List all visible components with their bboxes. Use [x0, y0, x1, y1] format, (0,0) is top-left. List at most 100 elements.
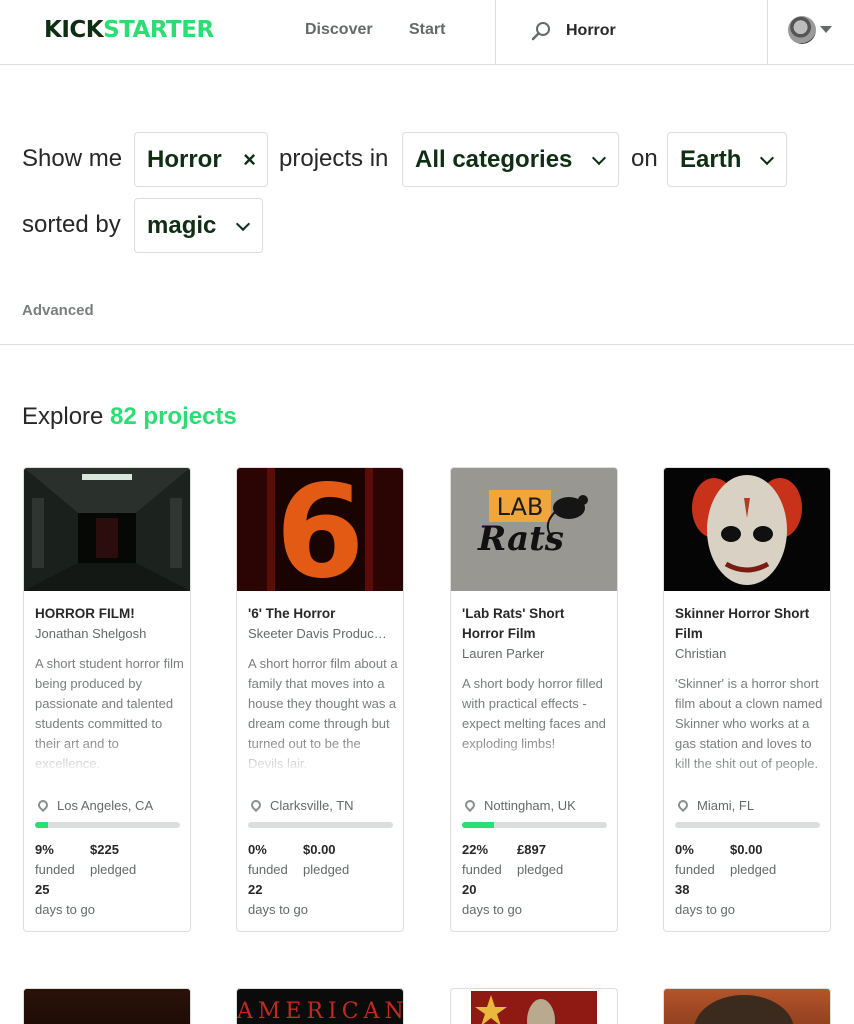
days-stat: 22 days to go	[248, 880, 308, 920]
pledged-value: $0.00	[303, 842, 336, 857]
nav-start-link[interactable]: Start	[409, 20, 445, 40]
project-count: 82 projects	[110, 403, 237, 430]
days-stat: 25 days to go	[35, 880, 95, 920]
days-value: 25	[35, 882, 50, 897]
location-dropdown[interactable]: Earth	[667, 132, 787, 187]
project-card[interactable]: AMERICAN	[236, 988, 404, 1024]
search-input[interactable]	[566, 18, 756, 44]
days-value: 38	[675, 882, 690, 897]
funded-stat: 0% funded	[675, 840, 715, 880]
project-title[interactable]: 'Lab Rats' Short Horror Film	[462, 604, 610, 644]
sorted-by-label: sorted by	[22, 211, 121, 238]
project-card[interactable]	[450, 988, 618, 1024]
location-text: Los Angeles, CA	[57, 798, 154, 813]
project-title[interactable]: HORROR FILM!	[35, 604, 183, 624]
category-dropdown[interactable]: All categories	[402, 132, 619, 187]
funded-value: 22%	[462, 842, 489, 857]
kickstarter-logo[interactable]: KICKSTARTER	[44, 16, 214, 44]
project-creator[interactable]: Jonathan Shelgosh	[35, 624, 183, 644]
location-text: Miami, FL	[697, 798, 755, 813]
funded-label: funded	[248, 862, 288, 877]
advanced-link[interactable]: Advanced	[22, 301, 94, 321]
chevron-down-icon	[235, 216, 251, 232]
rats-text: Rats	[477, 519, 564, 559]
pledged-label: pledged	[730, 862, 777, 877]
header-divider-right	[767, 0, 768, 65]
pledged-value: £897	[517, 842, 546, 857]
logo-starter: STARTER	[103, 17, 214, 43]
user-avatar[interactable]	[788, 16, 816, 44]
nav-discover-link[interactable]: Discover	[305, 20, 373, 40]
lab-text: LAB	[497, 493, 544, 521]
term-value: Horror	[147, 146, 222, 173]
project-thumbnail[interactable]	[664, 468, 830, 591]
header-divider	[495, 0, 496, 65]
project-thumbnail[interactable]: 6	[237, 468, 403, 591]
days-stat: 20 days to go	[462, 880, 522, 920]
chevron-down-icon	[759, 150, 775, 166]
projects-in-label: projects in	[279, 145, 389, 172]
project-location[interactable]: Los Angeles, CA	[35, 796, 153, 816]
project-card[interactable]: HORROR FILM! Jonathan Shelgosh A short s…	[23, 467, 191, 932]
project-card[interactable]	[663, 988, 831, 1024]
project-location[interactable]: Miami, FL	[675, 796, 754, 816]
funded-stat: 9% funded	[35, 840, 75, 880]
location-pin-icon	[675, 797, 691, 813]
clear-term-icon[interactable]: ×	[243, 146, 256, 174]
caret-down-icon[interactable]	[820, 26, 832, 33]
pledged-stat: £897 pledged	[517, 840, 563, 880]
project-blurb: 'Skinner' is a horror short film about a…	[675, 674, 825, 794]
location-text: Nottingham, UK	[484, 798, 576, 813]
project-title[interactable]: '6' The Horror	[248, 604, 396, 624]
on-label: on	[631, 145, 658, 172]
pledged-label: pledged	[90, 862, 137, 877]
logo-kick: KICK	[44, 17, 104, 43]
funding-progress-bar	[35, 822, 180, 828]
project-card[interactable]: 6 '6' The Horror Skeeter Davis Produc… A…	[236, 467, 404, 932]
project-location[interactable]: Nottingham, UK	[462, 796, 576, 816]
american-thumb-text: AMERICAN	[237, 999, 404, 1024]
project-creator[interactable]: Skeeter Davis Produc…	[248, 624, 396, 644]
funded-value: 9%	[35, 842, 54, 857]
pledged-label: pledged	[517, 862, 564, 877]
days-value: 20	[462, 882, 477, 897]
category-value: All categories	[415, 146, 573, 173]
days-stat: 38 days to go	[675, 880, 735, 920]
neon-six-text: 6	[275, 468, 364, 591]
pledged-label: pledged	[303, 862, 350, 877]
project-title[interactable]: Skinner Horror Short Film	[675, 604, 823, 644]
pledged-stat: $0.00 pledged	[303, 840, 349, 880]
project-creator[interactable]: Christian	[675, 644, 823, 664]
project-thumbnail[interactable]	[471, 991, 597, 1024]
funded-label: funded	[35, 862, 75, 877]
project-blurb: A short horror film about a family that …	[248, 654, 398, 774]
project-thumbnail[interactable]	[694, 995, 794, 1024]
project-creator[interactable]: Lauren Parker	[462, 644, 610, 664]
funding-progress-bar	[462, 822, 607, 828]
results-heading: Explore 82 projects	[22, 402, 237, 432]
sort-dropdown[interactable]: magic	[134, 198, 263, 253]
location-pin-icon	[35, 797, 51, 813]
funding-progress-bar	[248, 822, 393, 828]
project-card[interactable]: LAB Rats 'Lab Rats' Short Horror Film La…	[450, 467, 618, 932]
project-location[interactable]: Clarksville, TN	[248, 796, 354, 816]
chevron-down-icon	[591, 150, 607, 166]
search-filters: Show me Horror × projects in All categor…	[0, 65, 854, 345]
project-card[interactable]: Skinner Horror Short Film Christian 'Ski…	[663, 467, 831, 932]
sort-value: magic	[147, 212, 217, 239]
project-thumbnail[interactable]: LAB Rats	[451, 468, 617, 591]
project-card[interactable]	[23, 988, 191, 1024]
funding-progress-fill	[462, 822, 494, 828]
days-label: days to go	[248, 902, 308, 917]
funded-value: 0%	[248, 842, 267, 857]
location-text: Clarksville, TN	[270, 798, 354, 813]
pledged-stat: $225 pledged	[90, 840, 136, 880]
term-filter[interactable]: Horror ×	[134, 132, 268, 187]
days-value: 22	[248, 882, 263, 897]
project-thumbnail[interactable]	[24, 989, 190, 1024]
project-thumbnail[interactable]	[24, 468, 190, 591]
days-label: days to go	[35, 902, 95, 917]
search-icon[interactable]	[530, 20, 552, 42]
project-blurb: A short student horror film being produc…	[35, 654, 185, 774]
pledged-stat: $0.00 pledged	[730, 840, 776, 880]
